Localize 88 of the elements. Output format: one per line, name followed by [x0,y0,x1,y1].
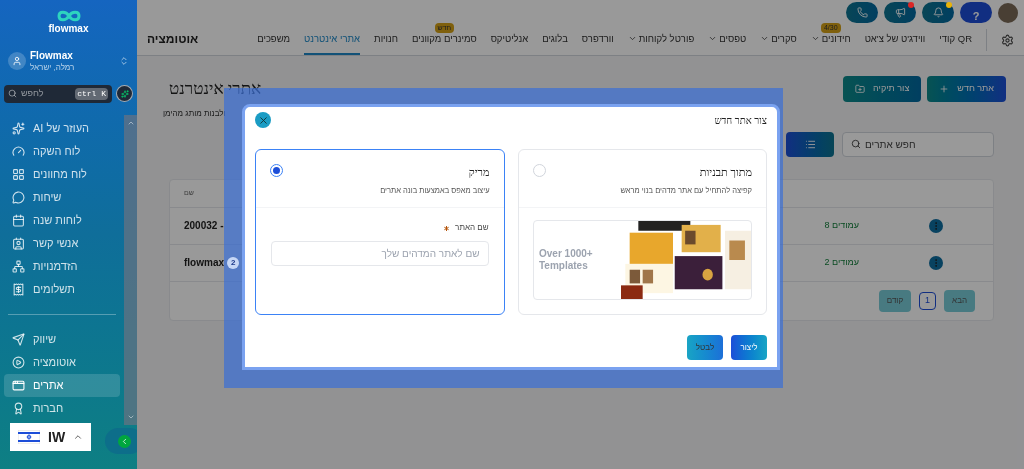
nav-tab[interactable]: סקרים [760,31,797,55]
header-button[interactable] [884,2,916,24]
sidebar-item[interactable]: שיווק [4,327,120,351]
site-name: flowmax [184,256,224,270]
sparkles-icon [12,121,25,135]
user-avatar[interactable] [998,2,1018,23]
search-field[interactable]: חפש אתרים [842,131,994,157]
nav-tab[interactable]: פורטל לקוחות [627,31,695,55]
chat-icon [12,190,25,204]
nav-tab[interactable]: חנויות [374,31,398,55]
calendar-icon [12,213,25,227]
sidebar-item[interactable]: הזדמנויות [4,254,120,278]
megaphone-icon [894,7,906,19]
sidebar-item[interactable]: תשלומים [4,277,120,301]
sidebar-item[interactable]: לוח מחוונים [4,162,120,186]
nav-tab[interactable]: וורדפרס [581,31,614,55]
search-icon [8,89,17,98]
option-title: מתוך תבניות [698,165,752,180]
sidebar-item[interactable]: אנשי קשר [4,231,120,255]
create-button[interactable]: ליצור [731,335,767,360]
banner-text: Over 1000+ Templates [539,247,594,273]
account-location: רמלה, ישראל [30,62,76,73]
browser-icon [12,378,25,392]
award-icon [12,401,25,415]
more-button[interactable] [929,255,943,270]
search-icon [851,139,861,149]
network-icon [12,259,25,273]
sidebar-item[interactable]: לוחות שנה [4,208,120,232]
option-title: מריק [467,165,490,180]
nav-tab[interactable]: אנליטיקס [490,31,529,55]
list-view-button[interactable] [786,131,834,157]
header-button[interactable] [922,2,954,24]
nav-tab[interactable]: QR קודי [939,31,972,55]
page-title: אתרי אינטרנט [169,78,262,100]
scrollbar[interactable] [124,114,137,425]
dialog-title: צור אתר חדש [714,113,767,128]
list-icon [804,138,816,150]
play-icon [12,355,25,369]
chevron-icon [119,56,129,67]
create-folder-button[interactable]: צור תיקיה [843,76,922,102]
caret-icon [73,432,84,442]
add-button[interactable] [116,85,133,102]
sidebar-item[interactable]: שיחות [4,185,120,209]
phone-icon [856,7,868,19]
header-button[interactable] [846,2,878,24]
contact-icon [12,236,25,250]
site-name-field[interactable]: שם לאתר המדהים שלך [271,241,489,266]
field-label: שם האתר [455,222,489,234]
account-avatar [8,52,26,71]
folder-icon [855,84,866,94]
nav-tab[interactable]: טפסים [708,31,747,55]
nav-tab[interactable]: חידונים [810,31,851,55]
sidebar-item[interactable]: לוח השקה [4,139,120,163]
nav-tab[interactable]: בלוגים [542,31,568,55]
page-button[interactable]: 1 [919,291,937,310]
bell-icon [932,7,944,19]
sparkle-icon [120,89,129,98]
nav-tab[interactable]: ווידג'ט של צ'אט [864,31,926,55]
page-subtitle: ולבנות מותג מהימן [163,107,226,120]
grid-icon [12,167,25,181]
send-icon [12,332,25,346]
cancel-button[interactable]: לבטל [687,335,723,360]
sidebar-item[interactable]: אתרים [4,373,120,397]
close-icon [257,114,269,126]
language-selector[interactable]: IW [10,423,92,451]
section-title: אוטומציה [147,31,199,48]
plus-icon [939,84,950,94]
site-name: 200032 - [184,219,224,233]
help-button[interactable]: ? [960,2,992,24]
page-count: עמודים 8 [824,218,859,232]
next-button[interactable]: הבא [944,289,975,312]
nav-tab[interactable]: סמינרים מקוונים [412,31,477,55]
sidebar-item[interactable]: אוטומציה [4,350,120,374]
sidebar-item[interactable]: חברות [4,396,120,420]
flag-icon [18,430,40,444]
close-button[interactable] [255,112,271,128]
logo-text: flowmax [48,24,89,34]
receipt-icon [12,282,25,296]
gauge-icon [12,144,25,158]
account-name: Flowmax [30,50,74,63]
more-button[interactable] [929,218,943,233]
new-site-button[interactable]: אתר חדש [927,76,1006,102]
shortcut-key: ctrl K [75,87,108,100]
sidebar-item[interactable]: העוזר של AI [4,116,120,140]
page-count: עמודים 2 [824,255,859,269]
settings-icon[interactable] [1001,34,1014,47]
nav-tab[interactable]: משפכים [257,31,291,55]
previous-button[interactable]: קודם [878,289,912,312]
